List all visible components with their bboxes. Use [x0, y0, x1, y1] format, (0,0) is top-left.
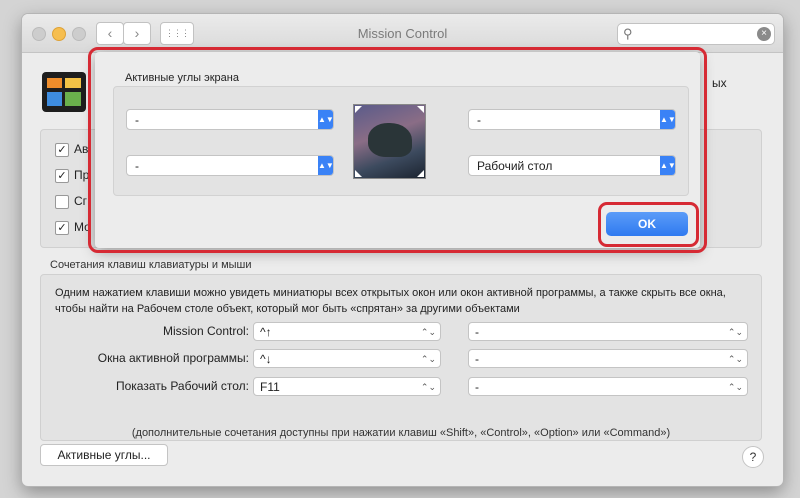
help-button[interactable]: ? [742, 446, 764, 468]
updown-chevron-icon: ⌃⌄ [727, 354, 743, 364]
updown-chevron-icon: ⌃⌄ [420, 382, 436, 392]
show-desktop-key-select[interactable]: F11 ⌃⌄ [253, 377, 441, 396]
keys-description: Одним нажатием клавиши можно увидеть мин… [55, 287, 726, 315]
option-checkbox-3[interactable] [55, 195, 69, 209]
mission-control-key-select[interactable]: ^↑ ⌃⌄ [253, 322, 441, 341]
row-label-app-windows: Окна активной программы: [97, 351, 249, 365]
search-field[interactable]: ⚲ × [617, 23, 775, 45]
app-windows-mouse-select[interactable]: - ⌃⌄ [468, 349, 748, 368]
option-label-1: Ав [74, 142, 89, 156]
option-checkbox-2[interactable]: ✓ [55, 169, 69, 183]
keys-section-label: Сочетания клавиш клавиатуры и мыши [50, 259, 252, 271]
updown-chevron-icon: ⌃⌄ [727, 382, 743, 392]
row-label-show-desktop: Показать Рабочий стол: [115, 379, 249, 393]
mission-control-mouse-select[interactable]: - ⌃⌄ [468, 322, 748, 341]
app-windows-key-select[interactable]: ^↓ ⌃⌄ [253, 349, 441, 368]
clear-search-icon[interactable]: × [757, 27, 771, 41]
updown-chevron-icon: ⌃⌄ [420, 327, 436, 337]
hot-corners-button[interactable]: Активные углы... [40, 444, 168, 466]
ok-button[interactable]: OK [606, 212, 688, 236]
pane-description-fragment: ых [712, 76, 727, 90]
show-desktop-mouse-select[interactable]: - ⌃⌄ [468, 377, 748, 396]
keys-footnote: (дополнительные сочетания доступны при н… [131, 427, 671, 439]
option-checkbox-4[interactable]: ✓ [55, 221, 69, 235]
search-icon: ⚲ [623, 26, 633, 41]
option-checkbox-1[interactable]: ✓ [55, 143, 69, 157]
updown-chevron-icon: ⌃⌄ [420, 354, 436, 364]
mission-control-icon [42, 72, 86, 112]
option-label-3: Сг [74, 194, 88, 208]
row-label-mission-control: Mission Control: [162, 324, 249, 338]
updown-chevron-icon: ⌃⌄ [727, 327, 743, 337]
keys-group: Одним нажатием клавиши можно увидеть мин… [40, 274, 762, 441]
